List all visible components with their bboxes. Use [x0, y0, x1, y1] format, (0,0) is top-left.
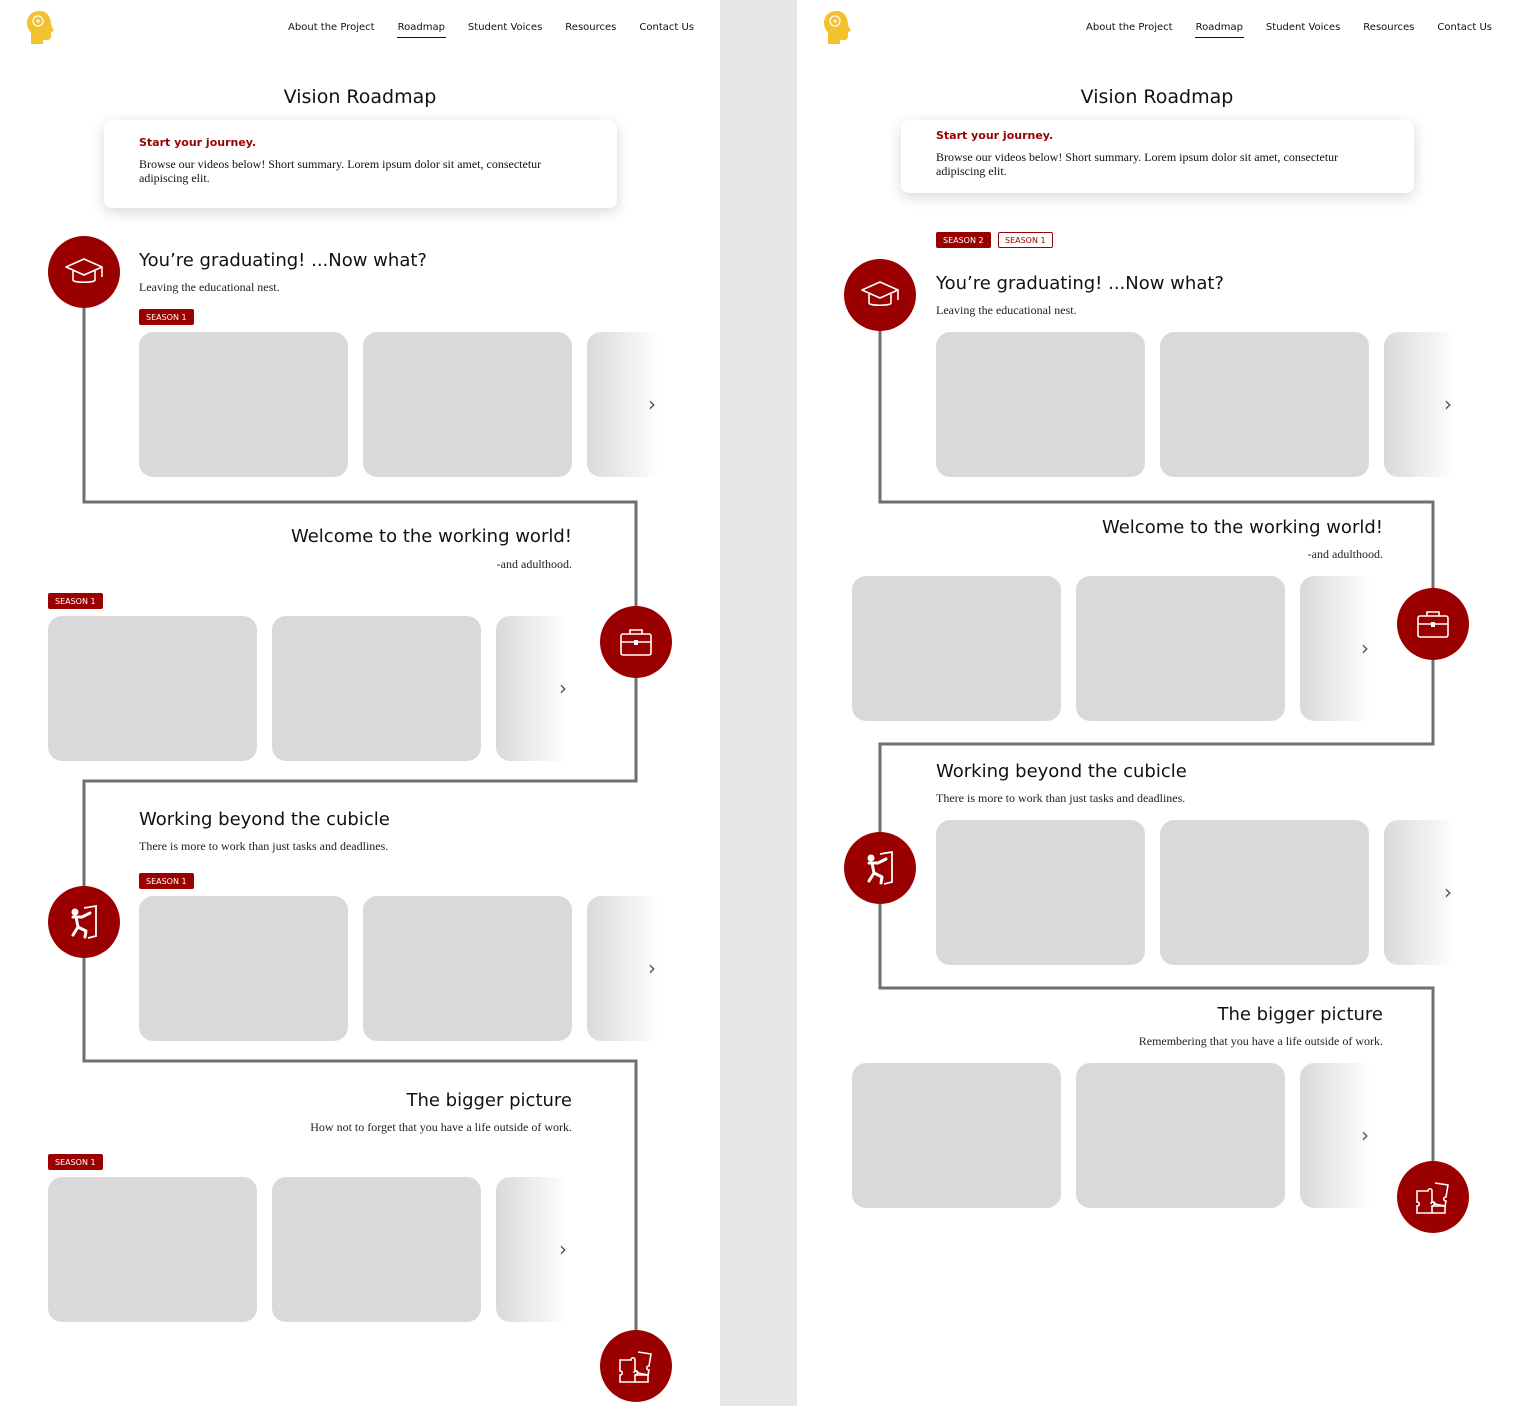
video-card[interactable]: [1076, 1063, 1285, 1208]
video-card[interactable]: [852, 576, 1061, 721]
video-card[interactable]: [936, 820, 1145, 965]
carousel-next-icon[interactable]: ›: [559, 1239, 567, 1259]
video-card[interactable]: [272, 1177, 481, 1322]
milestone-node-graduation[interactable]: [48, 236, 120, 308]
section-subtitle: Remembering that you have a life outside…: [1138, 1034, 1383, 1048]
season-1-badge[interactable]: SEASON 1: [48, 593, 103, 609]
carousel-next-icon[interactable]: ›: [1361, 1125, 1369, 1145]
carousel-next-icon[interactable]: ›: [648, 394, 656, 414]
person-door-icon: [867, 850, 893, 885]
video-card[interactable]: [936, 332, 1145, 477]
section-title: Working beyond the cubicle: [139, 809, 390, 830]
video-card[interactable]: [363, 896, 572, 1041]
milestone-node-bigger-picture[interactable]: [600, 1330, 672, 1402]
milestone-node-working[interactable]: [600, 606, 672, 678]
video-card[interactable]: [139, 896, 348, 1041]
video-card[interactable]: [48, 616, 257, 761]
carousel-next-icon[interactable]: ›: [559, 678, 567, 698]
video-card[interactable]: [1076, 576, 1285, 721]
roadmap-frame-left: About the Project Roadmap Student Voices…: [0, 0, 720, 1406]
milestone-node-beyond-cubicle[interactable]: [844, 832, 916, 904]
milestone-node-beyond-cubicle[interactable]: [48, 886, 120, 958]
briefcase-icon: [1417, 611, 1449, 638]
briefcase-icon: [620, 629, 652, 656]
person-door-icon: [71, 904, 97, 939]
video-card[interactable]: [48, 1177, 257, 1322]
video-card[interactable]: [272, 616, 481, 761]
video-card[interactable]: [139, 332, 348, 477]
puzzle-icon: [1416, 1182, 1449, 1214]
section-title: Working beyond the cubicle: [936, 761, 1187, 782]
section-title: The bigger picture: [406, 1090, 572, 1111]
roadmap-frame-right: About the Project Roadmap Student Voices…: [797, 0, 1518, 1406]
carousel-next-icon[interactable]: ›: [1444, 882, 1452, 902]
puzzle-icon: [619, 1351, 652, 1383]
section-title: You’re graduating! ...Now what?: [936, 273, 1224, 294]
section-subtitle: Leaving the educational nest.: [139, 280, 280, 294]
carousel-next-icon[interactable]: ›: [1444, 394, 1452, 414]
season-1-badge[interactable]: SEASON 1: [48, 1154, 103, 1170]
section-subtitle: There is more to work than just tasks an…: [139, 839, 389, 853]
graduation-cap-icon: [861, 281, 899, 307]
section-subtitle: How not to forget that you have a life o…: [310, 1120, 572, 1134]
section-title: You’re graduating! ...Now what?: [139, 250, 427, 271]
video-card[interactable]: [852, 1063, 1061, 1208]
carousel-next-icon[interactable]: ›: [1361, 638, 1369, 658]
video-card[interactable]: [363, 332, 572, 477]
graduation-cap-icon: [65, 258, 103, 284]
section-subtitle: Leaving the educational nest.: [936, 303, 1077, 317]
video-card-partial[interactable]: [496, 616, 568, 761]
section-subtitle: -and adulthood.: [496, 557, 572, 571]
carousel-next-icon[interactable]: ›: [648, 958, 656, 978]
video-card[interactable]: [1160, 820, 1369, 965]
section-title: Welcome to the working world!: [1101, 517, 1383, 538]
video-card[interactable]: [1160, 332, 1369, 477]
video-card-partial[interactable]: [496, 1177, 568, 1322]
section-title: The bigger picture: [1217, 1004, 1383, 1025]
season-1-badge[interactable]: SEASON 1: [139, 873, 194, 889]
milestone-node-graduation[interactable]: [844, 259, 916, 331]
section-title: Welcome to the working world!: [290, 526, 572, 547]
milestone-node-working[interactable]: [1397, 588, 1469, 660]
season-1-badge[interactable]: SEASON 1: [139, 309, 194, 325]
section-subtitle: -and adulthood.: [1307, 547, 1383, 561]
milestone-node-bigger-picture[interactable]: [1397, 1161, 1469, 1233]
section-subtitle: There is more to work than just tasks an…: [936, 791, 1186, 805]
